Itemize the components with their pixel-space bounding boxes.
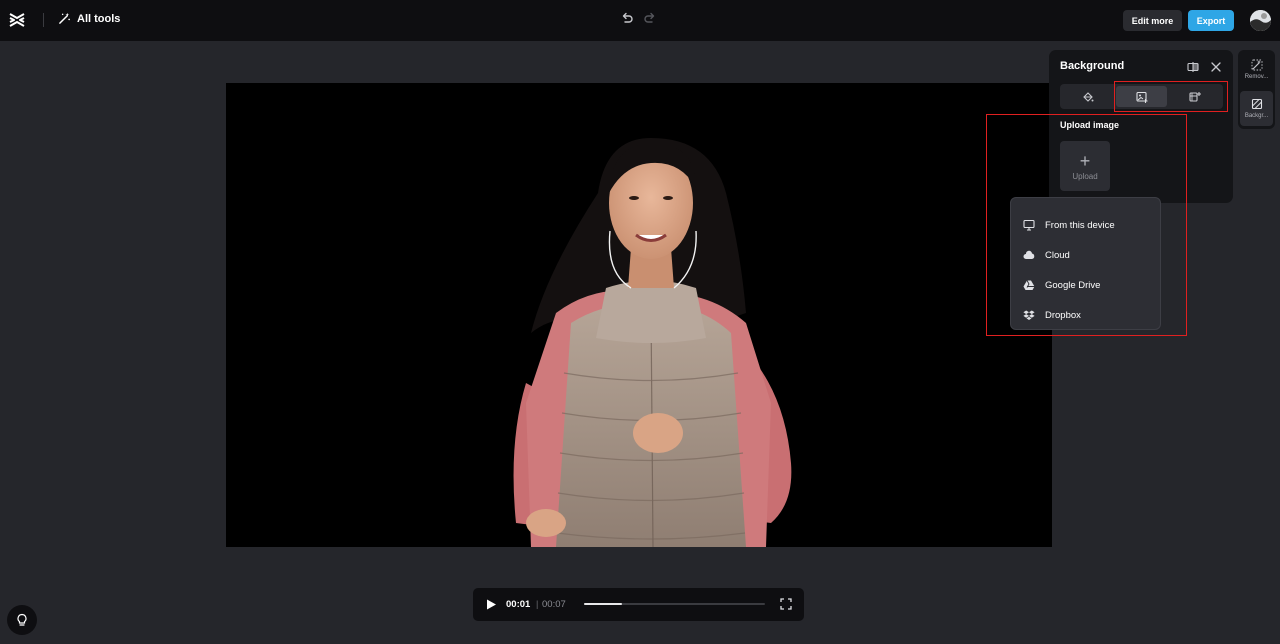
avatar[interactable]: [1250, 10, 1271, 31]
menu-label-cloud: Cloud: [1045, 249, 1070, 261]
top-bar: All tools Edit more Export: [0, 0, 1280, 41]
menu-item-cloud[interactable]: Cloud: [1011, 240, 1160, 270]
upload-source-menu: From this device Cloud Google Drive Drop…: [1010, 197, 1161, 330]
progress-bar[interactable]: [584, 603, 765, 605]
background-icon: [1251, 98, 1262, 110]
menu-label-from-device: From this device: [1045, 219, 1115, 231]
menu-label-dropbox: Dropbox: [1045, 309, 1081, 321]
export-button[interactable]: Export: [1188, 10, 1234, 31]
all-tools-button[interactable]: All tools: [58, 12, 120, 25]
paint-bucket-icon: [1083, 91, 1094, 102]
rail-label-remove: Remov...: [1244, 74, 1269, 80]
undo-icon[interactable]: [620, 11, 634, 25]
menu-item-from-device[interactable]: From this device: [1011, 210, 1160, 240]
menu-item-google-drive[interactable]: Google Drive: [1011, 270, 1160, 300]
lightbulb-icon: [17, 613, 27, 626]
upload-button-label: Upload: [1072, 171, 1098, 181]
background-panel: Background Upload image + Upload: [1049, 50, 1233, 203]
monitor-icon: [1023, 219, 1035, 231]
upload-image-label: Upload image: [1060, 120, 1120, 130]
panel-title: Background: [1060, 60, 1125, 72]
all-tools-label: All tools: [77, 12, 121, 25]
total-time: 00:07: [542, 599, 566, 610]
video-player-controls: 00:01 | 00:07: [473, 588, 804, 621]
current-time: 00:01: [506, 599, 531, 610]
tab-template[interactable]: [1169, 86, 1221, 107]
edit-more-button[interactable]: Edit more: [1123, 10, 1182, 31]
rail-item-background[interactable]: Backgr...: [1240, 91, 1273, 126]
background-tabs: [1060, 84, 1223, 109]
rail-item-remove[interactable]: Remov...: [1240, 52, 1273, 87]
right-tool-rail: Remov... Backgr...: [1238, 50, 1275, 129]
image-add-icon: [1135, 91, 1147, 103]
template-icon: [1189, 91, 1202, 102]
cloud-icon: [1023, 250, 1035, 259]
compare-icon[interactable]: [1187, 61, 1199, 73]
dropbox-icon: [1023, 310, 1035, 320]
subject-person-image: [513, 138, 792, 547]
menu-item-dropbox[interactable]: Dropbox: [1011, 300, 1160, 330]
progress-fill: [584, 603, 622, 605]
divider: [43, 13, 44, 27]
fullscreen-icon[interactable]: [780, 598, 792, 610]
time-separator: |: [536, 599, 539, 609]
remove-background-icon: [1251, 59, 1262, 71]
redo-icon[interactable]: [643, 11, 657, 25]
tab-color[interactable]: [1062, 86, 1114, 107]
magic-wand-icon: [59, 12, 70, 24]
menu-label-google-drive: Google Drive: [1045, 279, 1101, 291]
capcut-logo[interactable]: [8, 11, 26, 29]
video-canvas[interactable]: [226, 83, 1052, 547]
plus-icon: +: [1079, 150, 1091, 171]
upload-button[interactable]: + Upload: [1060, 141, 1110, 191]
close-icon[interactable]: [1210, 61, 1222, 73]
google-drive-icon: [1023, 280, 1035, 290]
rail-label-background: Backgr...: [1244, 113, 1269, 119]
help-button[interactable]: [7, 605, 37, 635]
play-icon[interactable]: [485, 598, 497, 611]
tab-image[interactable]: [1115, 86, 1168, 107]
